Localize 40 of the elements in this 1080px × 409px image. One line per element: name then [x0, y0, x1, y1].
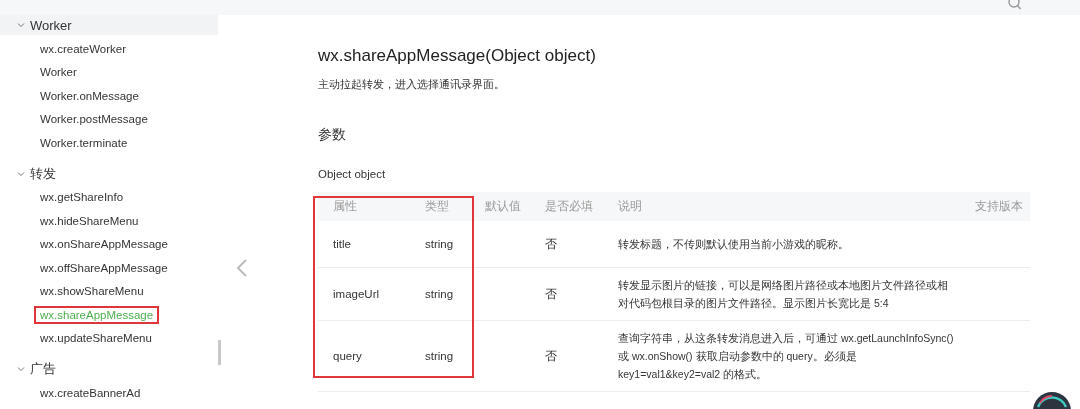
table-cell: 否 — [545, 287, 557, 300]
column-header: 说明 — [603, 192, 960, 221]
subsection-heading: Object object — [318, 168, 387, 180]
sidebar-link[interactable]: wx.updateShareMenu — [40, 332, 152, 345]
sidebar-group[interactable]: 广告 — [0, 359, 218, 379]
search-icon[interactable] — [1008, 0, 1022, 12]
sidebar-link[interactable]: wx.hideShareMenu — [40, 214, 139, 227]
table-cell: 转发显示图片的链接，可以是网络图片路径或本地图片文件路径或相对代码包根目录的图片文件路径。显示图片长宽比是 5:4 — [618, 279, 948, 309]
sidebar-link[interactable]: wx.showShareMenu — [40, 285, 144, 298]
table-cell: string — [425, 350, 454, 362]
table-cell: 否 — [545, 237, 557, 250]
column-header: 默认值 — [470, 192, 530, 221]
column-header: 类型 — [410, 192, 470, 221]
section-heading: 参数 — [318, 126, 347, 144]
sidebar-link[interactable]: Worker.terminate — [40, 136, 128, 149]
description: 主动拉起转发，进入选择通讯录界面。 — [318, 77, 506, 92]
chevron-left-icon[interactable] — [236, 259, 248, 277]
column-header: 支持版本 — [960, 192, 1030, 221]
scrollbar[interactable] — [218, 340, 221, 365]
sidebar-link[interactable]: wx.createWorker — [40, 42, 127, 55]
sidebar-link[interactable]: wx.getShareInfo — [40, 191, 124, 204]
sidebar-group[interactable]: Worker — [0, 15, 218, 35]
table-cell: title — [333, 238, 351, 250]
table-cell: 转发标题，不传则默认使用当前小游戏的昵称。 — [618, 238, 849, 250]
table-cell: 否 — [545, 349, 557, 362]
sidebar-group[interactable]: 转发 — [0, 163, 218, 184]
sidebar-link[interactable]: wx.createBannerAd — [40, 386, 141, 399]
table-cell: string — [425, 288, 454, 300]
column-header: 是否必填 — [530, 192, 603, 221]
page-title: wx.shareAppMessage(Object object) — [318, 46, 597, 66]
table-cell: 查询字符串，从这条转发消息进入后，可通过 wx.getLaunchInfoSync() 或 wx.onShow() 获取启动参数中的 query。必须是 key1=val1&key2=val2 的格式。 — [618, 332, 954, 380]
sidebar-link[interactable]: wx.offShareAppMessage — [40, 261, 168, 274]
sidebar-link[interactable]: Worker — [40, 66, 77, 79]
column-header: 属性 — [318, 192, 410, 221]
sidebar-link[interactable]: Worker.postMessage — [40, 113, 148, 126]
table-cell: query — [333, 350, 362, 362]
table-cell: imageUrl — [333, 288, 379, 300]
sidebar-link[interactable]: wx.onShareAppMessage — [40, 238, 168, 251]
sidebar-link[interactable]: Worker.onMessage — [40, 89, 139, 102]
table-cell: string — [425, 238, 454, 250]
